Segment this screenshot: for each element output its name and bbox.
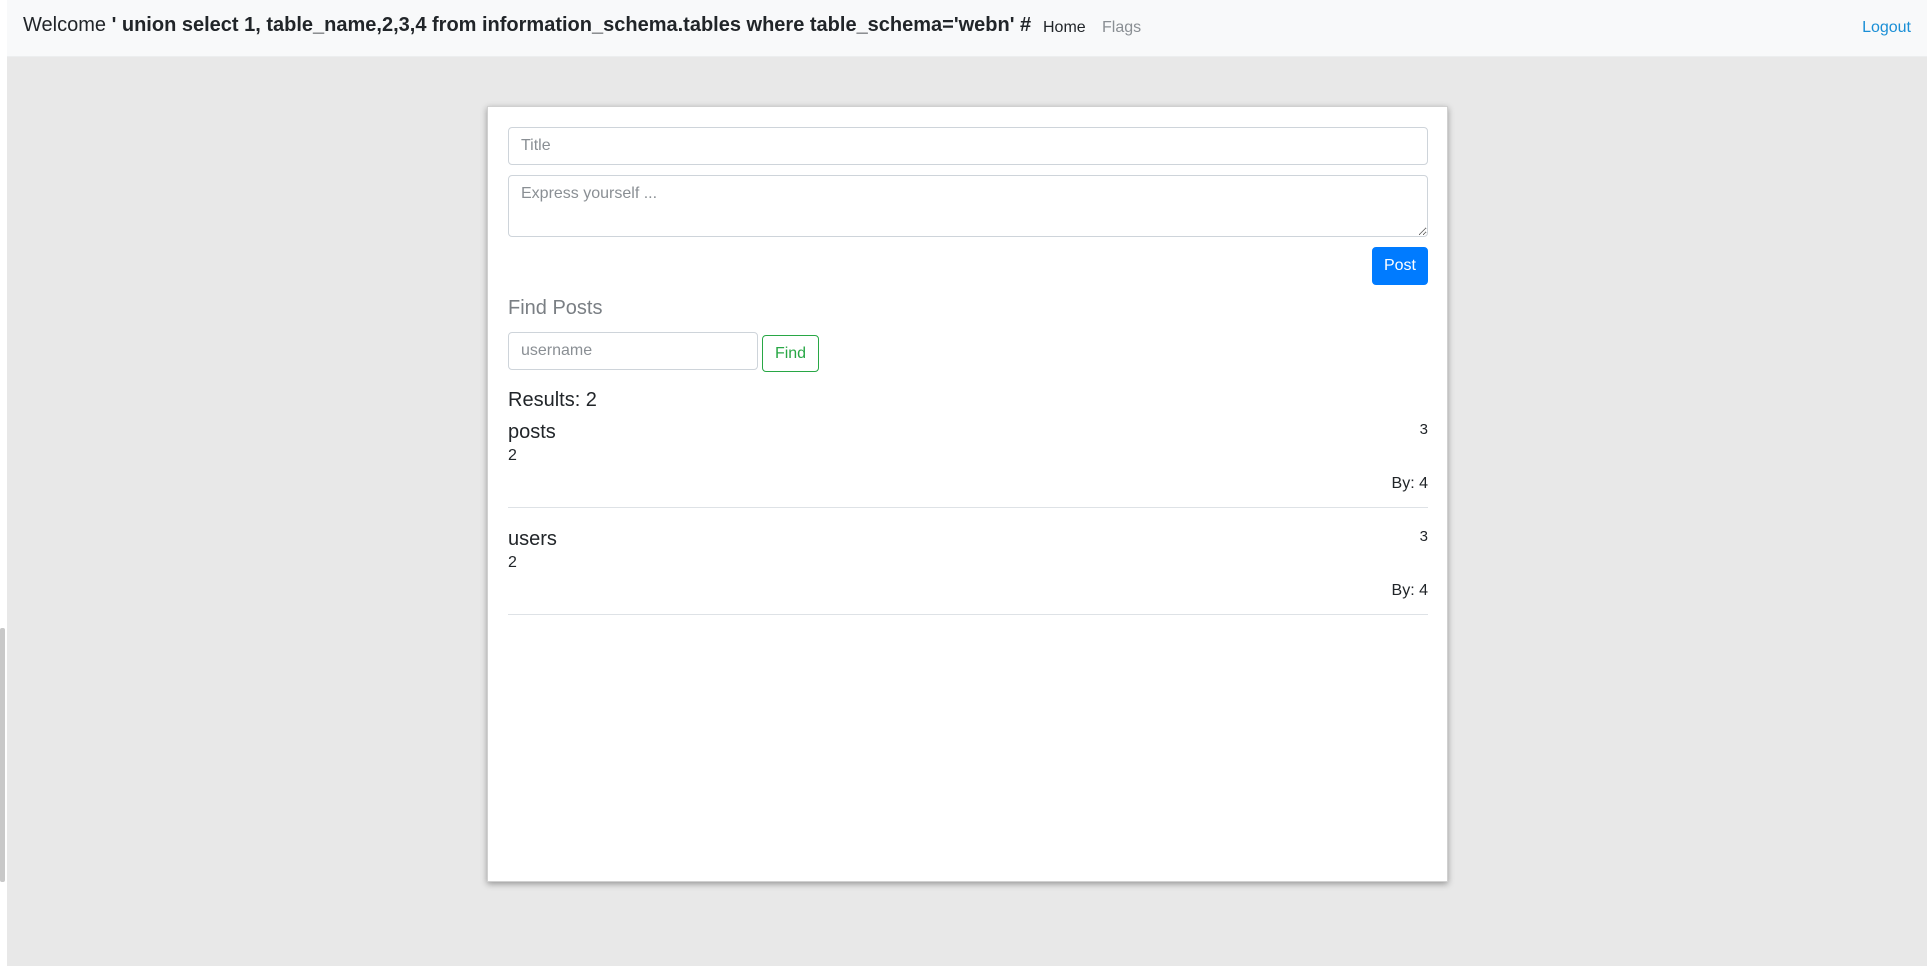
post-date: 3 <box>1419 421 1428 438</box>
app-container: Welcome ' union select 1, table_name,2,3… <box>7 0 1927 966</box>
welcome-brand[interactable]: Welcome ' union select 1, table_name,2,3… <box>23 14 1031 37</box>
post-body: 2 <box>508 554 517 571</box>
nav-flags-link[interactable]: Flags <box>1102 19 1141 37</box>
welcome-username: ' union select 1, table_name,2,3,4 from … <box>111 14 1032 36</box>
post-body: 2 <box>508 447 517 464</box>
welcome-label: Welcome <box>23 14 106 36</box>
post-author: By: 4 <box>1391 582 1428 599</box>
post-item: users 2 3 By: 4 <box>508 528 1428 615</box>
find-posts-heading: Find Posts <box>508 297 603 319</box>
scrollbar-thumb[interactable] <box>0 628 5 882</box>
main-card: Post Find Posts Find Results: 2 posts 2 … <box>487 106 1448 882</box>
username-search-input[interactable] <box>508 332 758 370</box>
find-button[interactable]: Find <box>762 335 819 372</box>
nav-home-link[interactable]: Home <box>1043 19 1086 37</box>
post-title: users <box>508 528 557 550</box>
post-item: posts 2 3 By: 4 <box>508 421 1428 508</box>
post-date: 3 <box>1419 528 1428 545</box>
post-button[interactable]: Post <box>1372 247 1428 285</box>
post-list: posts 2 3 By: 4 users 2 3 By: 4 <box>508 421 1428 635</box>
post-title-input[interactable] <box>508 127 1428 165</box>
logout-link[interactable]: Logout <box>1862 19 1911 37</box>
post-author: By: 4 <box>1391 475 1428 492</box>
results-count: Results: 2 <box>508 389 597 411</box>
post-body-textarea[interactable] <box>508 175 1428 237</box>
post-title: posts <box>508 421 556 443</box>
navbar: Welcome ' union select 1, table_name,2,3… <box>7 0 1927 57</box>
